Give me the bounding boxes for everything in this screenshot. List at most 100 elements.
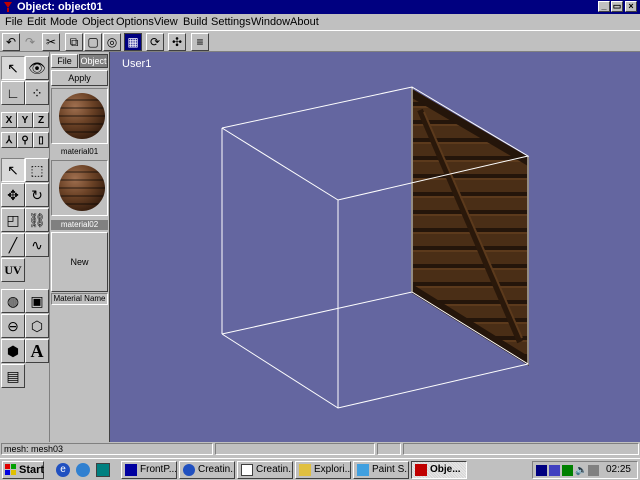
crate-face: [411, 88, 529, 366]
menu-settings[interactable]: Settings: [211, 15, 251, 29]
taskbar-item[interactable]: FrontP...: [121, 461, 177, 479]
line-icon[interactable]: ╱: [1, 233, 25, 257]
ie-icon: [183, 464, 195, 476]
window-title: Object: object01: [17, 1, 103, 13]
volume-icon[interactable]: 🔈: [575, 465, 587, 476]
frontpage-icon: [125, 464, 137, 476]
undo-icon[interactable]: ↶: [2, 33, 20, 51]
status-bar: mesh: mesh03: [0, 442, 640, 456]
move-icon[interactable]: ✥: [1, 183, 25, 207]
material-thumbnail[interactable]: [51, 160, 108, 216]
copy-icon[interactable]: ⧉: [65, 33, 83, 51]
axis-icon[interactable]: ∟: [1, 81, 25, 105]
app-icon[interactable]: [2, 1, 14, 13]
pan-view-icon[interactable]: ✣: [168, 33, 186, 51]
minimize-button[interactable]: _: [598, 1, 610, 12]
tray-disk-icon[interactable]: [588, 465, 599, 476]
paste-icon[interactable]: ▢: [84, 33, 102, 51]
status-panel: [403, 443, 639, 455]
taskbar-item[interactable]: Paint S...: [353, 461, 409, 479]
title-bar: Object: object01 _ ▭ ×: [0, 0, 640, 14]
axis-y-button[interactable]: Y: [17, 112, 33, 128]
tray-network-icon[interactable]: [562, 465, 573, 476]
page-icon[interactable]: ▯: [33, 132, 49, 148]
eye-icon[interactable]: 👁: [25, 56, 49, 80]
windows-logo-icon: [5, 464, 16, 475]
hexagon-icon[interactable]: ⬢: [1, 339, 25, 363]
material-sphere: [59, 165, 105, 211]
menu-object[interactable]: Object: [82, 15, 114, 29]
geosphere-icon[interactable]: ⬡: [25, 314, 49, 338]
uv-button[interactable]: UV: [1, 258, 25, 282]
rotate-view-icon[interactable]: ⟳: [146, 33, 164, 51]
material-panel: File Object Apply material01 material02 …: [50, 52, 110, 442]
tab-file[interactable]: File: [51, 54, 78, 68]
clock[interactable]: 02:25: [606, 462, 631, 478]
tab-object[interactable]: Object: [79, 54, 108, 68]
axis-z-button[interactable]: Z: [33, 112, 49, 128]
menu-options[interactable]: Options: [116, 15, 154, 29]
material-label[interactable]: material01: [51, 147, 108, 157]
taskbar-item[interactable]: Creatin...: [179, 461, 235, 479]
cut-icon[interactable]: ✂: [42, 33, 60, 51]
status-panel: [377, 443, 401, 455]
status-panel: [215, 443, 375, 455]
paint-icon: [357, 464, 369, 476]
cube-icon[interactable]: ▣: [25, 289, 49, 313]
list-icon[interactable]: ≡: [191, 33, 209, 51]
globe-icon[interactable]: ◎: [103, 33, 121, 51]
taskbar: Start e FrontP... Creatin... Creatin... …: [0, 458, 640, 480]
3d-viewport[interactable]: User1: [110, 52, 640, 442]
menu-file[interactable]: File: [5, 15, 23, 29]
document-icon: [241, 464, 253, 476]
axis-x-button[interactable]: X: [1, 112, 17, 128]
material-sphere: [59, 93, 105, 139]
start-label: Start: [19, 464, 45, 476]
new-material-button[interactable]: New: [51, 232, 108, 292]
redo-icon[interactable]: ↷: [21, 33, 39, 51]
menu-mode[interactable]: Mode: [50, 15, 78, 29]
material-thumbnail[interactable]: [51, 88, 108, 144]
tool-strip: ↖ 👁 ∟ ⁘ X Y Z ⅄ ⚲ ▯ ↖ ⬚ ✥ ↻ ◰ ⛓ ╱ ∿ UV ◍…: [0, 52, 50, 442]
menu-bar: File Edit Mode Object Options View Build…: [0, 14, 640, 30]
app-icon: [415, 464, 427, 476]
taskbar-item-active[interactable]: Obje...: [411, 461, 467, 479]
maximize-button[interactable]: ▭: [611, 1, 623, 12]
close-button[interactable]: ×: [625, 1, 637, 12]
hierarchy-icon[interactable]: ⅄: [1, 132, 17, 148]
select-arrow-icon[interactable]: ↖: [1, 56, 25, 80]
apply-button[interactable]: Apply: [51, 70, 108, 86]
curve-icon[interactable]: ∿: [25, 233, 49, 257]
material-name-field[interactable]: Material Name: [51, 293, 108, 305]
quicklaunch-outlook-icon[interactable]: [76, 463, 90, 477]
menu-build[interactable]: Build: [183, 15, 207, 29]
quicklaunch-ie-icon[interactable]: e: [56, 463, 70, 477]
explorer-icon: [299, 464, 311, 476]
system-tray: 🔈 02:25: [532, 461, 638, 479]
scale-icon[interactable]: ◰: [1, 208, 25, 232]
toolbar: ↶ ↷ ✂ ⧉ ▢ ◎ ▦ ⟳ ✣ ≡: [0, 30, 640, 52]
menu-view[interactable]: View: [154, 15, 178, 29]
viewport-scene: [221, 86, 530, 409]
tray-app-icon[interactable]: [536, 465, 547, 476]
table-icon[interactable]: ▤: [1, 364, 25, 388]
menu-edit[interactable]: Edit: [27, 15, 46, 29]
text-icon[interactable]: A: [25, 339, 49, 363]
taskbar-item[interactable]: Explori...: [295, 461, 351, 479]
link-icon[interactable]: ⚲: [17, 132, 33, 148]
material-label[interactable]: material02: [51, 220, 108, 230]
rotate-icon[interactable]: ↻: [25, 183, 49, 207]
cylinder-icon[interactable]: ⊖: [1, 314, 25, 338]
points-icon[interactable]: ⁘: [25, 81, 49, 105]
start-button[interactable]: Start: [2, 461, 44, 479]
menu-about[interactable]: About: [290, 15, 319, 29]
menu-window[interactable]: Window: [251, 15, 290, 29]
quicklaunch-desktop-icon[interactable]: [96, 463, 110, 477]
grid-view-icon[interactable]: ▦: [124, 33, 142, 51]
marquee-icon[interactable]: ⬚: [25, 158, 49, 182]
chain-icon[interactable]: ⛓: [25, 208, 49, 232]
taskbar-item[interactable]: Creatin...: [237, 461, 293, 479]
sphere-icon[interactable]: ◍: [1, 289, 25, 313]
tray-monitor-icon[interactable]: [549, 465, 560, 476]
pointer-icon[interactable]: ↖: [1, 158, 25, 182]
